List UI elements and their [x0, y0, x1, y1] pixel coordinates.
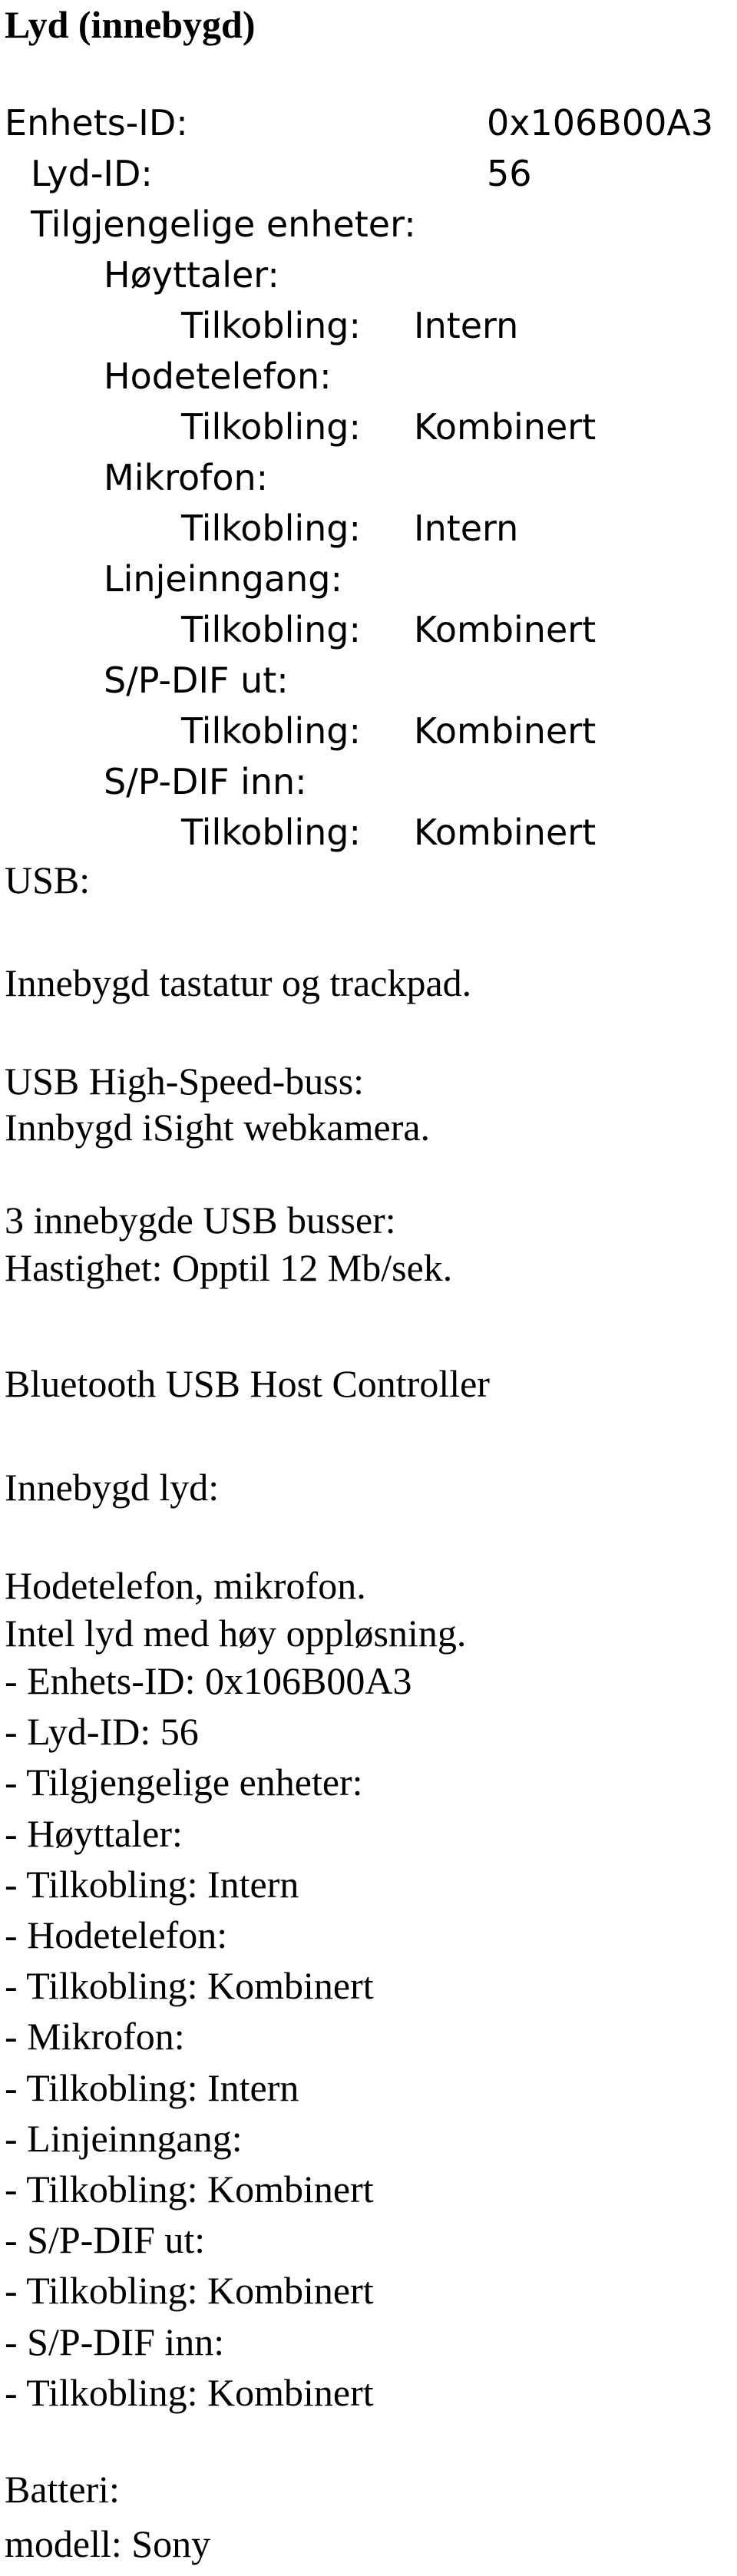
usb-line: Innbygd iSight webkamera. [5, 1106, 431, 1149]
device-name: Høyttaler: [104, 254, 279, 296]
usb-line: USB High-Speed-buss: [5, 1060, 365, 1103]
audio-id-label: Lyd-ID: [31, 153, 153, 194]
list-item: - Høyttaler: [5, 1811, 183, 1855]
available-devices-label: Tilgjengelige enheter: [31, 203, 416, 245]
list-item: - Tilkobling: Intern [5, 1862, 299, 1906]
list-item: - Tilgjengelige enheter: [5, 1761, 363, 1804]
battery-model: modell: Sony [5, 2522, 211, 2565]
usb-line: Hastighet: Opptil 12 Mb/sek. [5, 1246, 453, 1289]
device-name: Linjeinngang: [104, 558, 342, 600]
usb-heading: USB: [5, 858, 91, 901]
device-id-label: Enhets-ID: [5, 102, 188, 144]
battery-heading: Batteri: [5, 2468, 120, 2511]
list-item: - Lyd-ID: 56 [5, 1710, 199, 1754]
connection-value: Kombinert [414, 710, 597, 752]
list-item: - Enhets-ID: 0x106B00A3 [5, 1659, 412, 1702]
connection-value: Kombinert [414, 406, 597, 448]
list-item: - S/P-DIF inn: [5, 2320, 225, 2363]
connection-value: Intern [414, 508, 519, 549]
audio-id-value: 56 [487, 153, 532, 194]
connection-label: Tilkobling: [181, 305, 361, 346]
device-name: S/P-DIF ut: [104, 660, 289, 701]
connection-value: Kombinert [414, 812, 597, 853]
usb-line: Innebygd tastatur og trackpad. [5, 961, 472, 1004]
list-item: - Tilkobling: Intern [5, 2065, 299, 2109]
usb-line: Bluetooth USB Host Controller [5, 1362, 490, 1405]
list-item: - Tilkobling: Kombinert [5, 1964, 374, 2008]
connection-label: Tilkobling: [181, 508, 361, 549]
list-item: - Hodetelefon: [5, 1913, 228, 1956]
device-id-value: 0x106B00A3 [487, 102, 714, 144]
list-item: - Tilkobling: Kombinert [5, 2269, 374, 2313]
page-title: Lyd (innebygd) [5, 3, 256, 46]
connection-label: Tilkobling: [181, 609, 361, 650]
usb-line: Hodetelefon, mikrofon. [5, 1564, 366, 1607]
usb-line: 3 innebygde USB busser: [5, 1199, 396, 1242]
list-item: - Mikrofon: [5, 2015, 185, 2058]
usb-line: Intel lyd med høy oppløsning. [5, 1612, 467, 1655]
connection-label: Tilkobling: [181, 710, 361, 752]
connection-label: Tilkobling: [181, 406, 361, 448]
list-item: - Tilkobling: Kombinert [5, 2370, 374, 2414]
device-name: Hodetelefon: [104, 355, 332, 397]
connection-value: Intern [414, 305, 519, 346]
device-name: S/P-DIF inn: [104, 761, 307, 802]
list-item: - S/P-DIF ut: [5, 2218, 206, 2262]
list-item: - Tilkobling: Kombinert [5, 2168, 374, 2211]
connection-label: Tilkobling: [181, 812, 361, 853]
list-item: - Linjeinngang: [5, 2116, 243, 2160]
device-name: Mikrofon: [104, 457, 269, 498]
usb-line: Innebygd lyd: [5, 1466, 220, 1509]
connection-value: Kombinert [414, 609, 597, 650]
